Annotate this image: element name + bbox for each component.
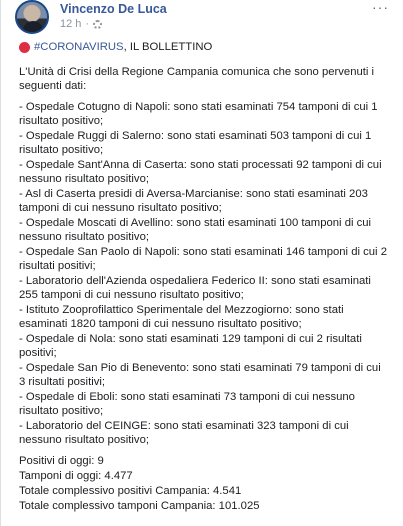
author-name[interactable]: Vincenzo De Luca — [60, 2, 167, 16]
stat-tamponi-oggi: Tamponi di oggi: 4.477 — [19, 469, 133, 482]
gear-icon — [93, 19, 103, 29]
stats-block: Positivi di oggi: 9 Tamponi di oggi: 4.4… — [19, 454, 389, 514]
list-item: - Ospedale San Pio di Benevento: sono st… — [19, 361, 381, 389]
list-item: - Laboratorio dell'Azienda ospedaliera F… — [19, 274, 371, 302]
hashtag-link[interactable]: #CORONAVIRUS — [34, 40, 124, 55]
list-item: - Ospedale di Nola: sono stati esaminati… — [19, 332, 362, 360]
post-body: #CORONAVIRUS , IL BOLLETTINO L'Unità di … — [19, 40, 389, 514]
intro-text: L'Unità di Crisi della Regione Campania … — [19, 65, 375, 93]
avatar-figure — [23, 21, 43, 32]
stat-totale-positivi: Totale complessivo positivi Campania: 4.… — [19, 484, 242, 497]
stat-positivi-oggi: Positivi di oggi: 9 — [19, 454, 104, 467]
list-item: - Ospedale di Eboli: sono stati esaminat… — [19, 390, 355, 418]
list-item: - Ospedale Sant'Anna di Caserta: sono st… — [19, 158, 382, 186]
avatar[interactable] — [15, 0, 49, 34]
post-header: Vincenzo De Luca 12 h · ··· — [15, 0, 395, 34]
list-item: - Ospedale Cotugno di Napoli: sono stati… — [19, 100, 378, 128]
list-item: - Ospedale Moscati di Avellino: sono sta… — [19, 216, 372, 244]
post-meta: 12 h · — [60, 18, 103, 30]
list-item: - Ospedale Ruggi di Salerno: sono stati … — [19, 129, 372, 157]
post-title: #CORONAVIRUS , IL BOLLETTINO — [19, 40, 389, 55]
list-item: - Ospedale San Paolo di Napoli: sono sta… — [19, 245, 387, 273]
meta-separator: · — [85, 18, 90, 30]
facebook-post: Vincenzo De Luca 12 h · ··· #CORONAVIRUS… — [0, 0, 403, 526]
red-circle-icon — [19, 41, 30, 53]
list-item: - Istituto Zooprofilattico Sperimentale … — [19, 303, 344, 331]
items-list: - Ospedale Cotugno di Napoli: sono stati… — [19, 100, 389, 448]
stat-totale-tamponi: Totale complessivo tamponi Campania: 101… — [19, 499, 260, 512]
list-item: - Laboratorio del CEINGE: sono stati esa… — [19, 419, 349, 447]
post-time[interactable]: 12 h — [60, 18, 81, 30]
title-text: , IL BOLLETTINO — [123, 41, 213, 53]
list-item: - Asl di Caserta presidi di Aversa-Marci… — [19, 187, 368, 215]
more-icon[interactable]: ··· — [372, 0, 389, 14]
